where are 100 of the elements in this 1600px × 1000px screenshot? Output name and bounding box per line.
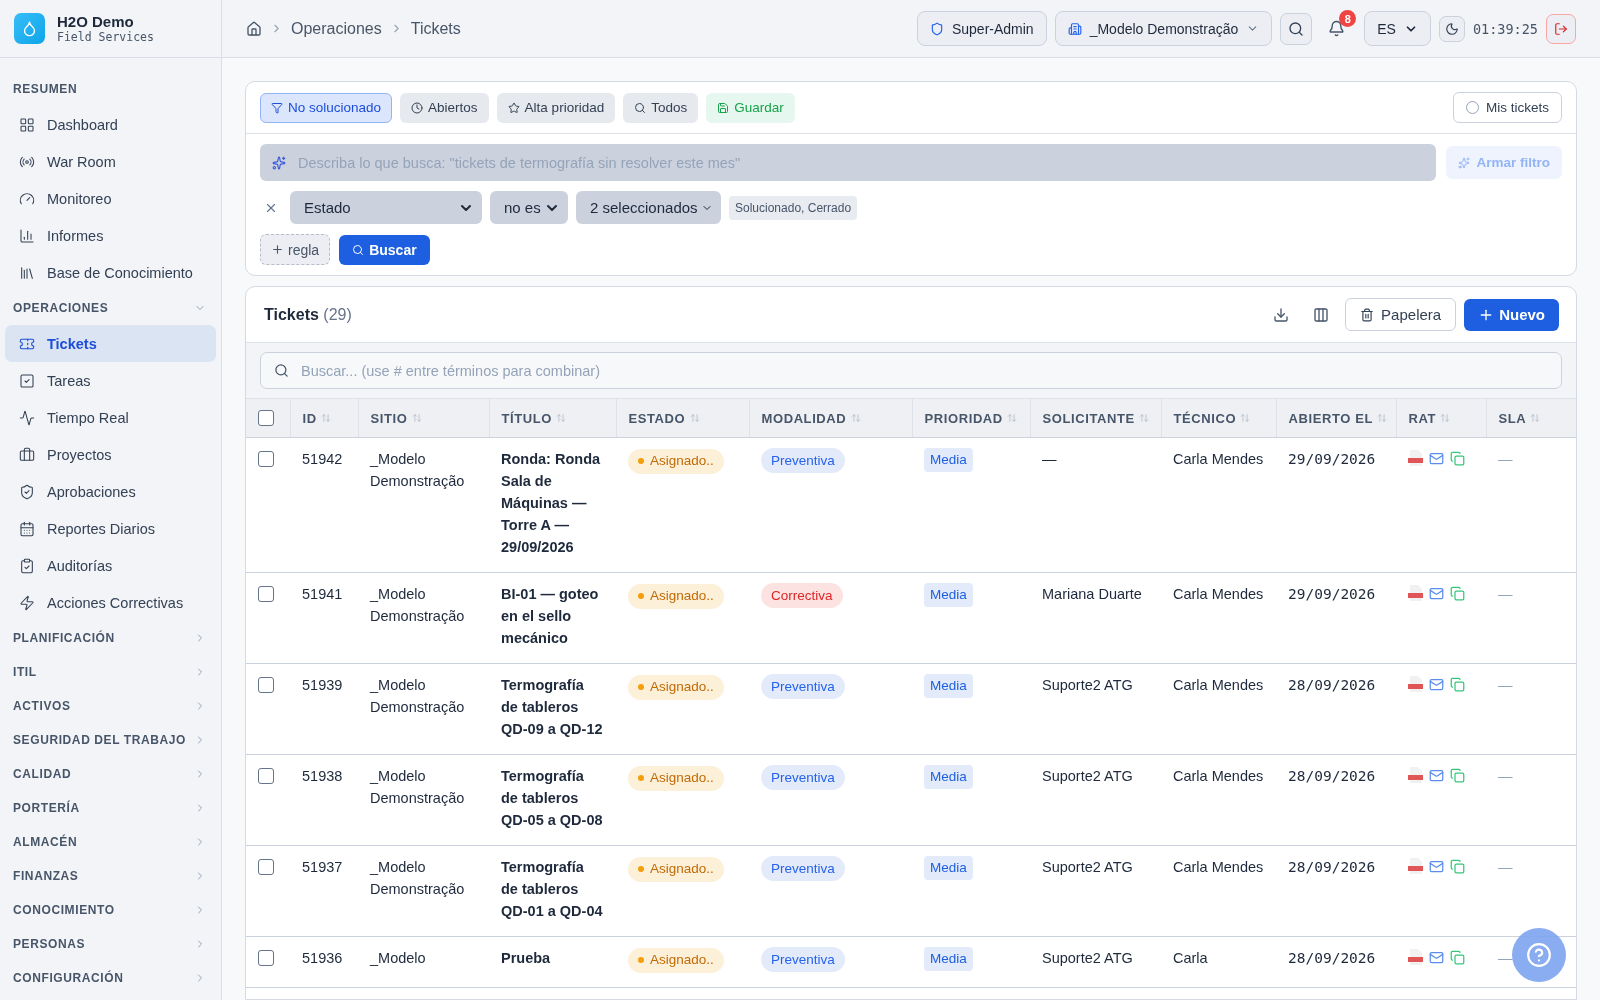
copy-icon[interactable] [1450, 858, 1465, 874]
nav-item[interactable]: Base de Conocimiento [5, 254, 216, 291]
row-checkbox[interactable] [258, 586, 274, 602]
nav-item[interactable]: Acciones Correctivas [5, 584, 216, 621]
pdf-file-icon[interactable] [1408, 858, 1423, 874]
sort-icon[interactable] [556, 412, 567, 423]
row-checkbox[interactable] [258, 768, 274, 784]
copy-icon[interactable] [1450, 949, 1465, 965]
column-header[interactable]: RAT [1408, 410, 1437, 426]
mail-icon[interactable] [1429, 676, 1444, 692]
nav-section-title[interactable]: PLANIFICACIÓN [13, 631, 115, 645]
sort-icon[interactable] [411, 412, 422, 423]
nav-item[interactable]: Aprobaciones [5, 473, 216, 510]
select-all-checkbox[interactable] [258, 410, 274, 426]
sort-icon[interactable] [1530, 412, 1541, 423]
modality-pill: Preventiva [761, 856, 845, 881]
nav-item[interactable]: Reportes Diarios [5, 510, 216, 547]
row-checkbox[interactable] [258, 451, 274, 467]
copy-icon[interactable] [1450, 676, 1465, 692]
modality-pill: Correctiva [761, 583, 843, 608]
dark-mode-button[interactable] [1438, 15, 1465, 42]
nav-section-title[interactable]: CALIDAD [13, 767, 72, 781]
nav-item[interactable]: Monitoreo [5, 180, 216, 217]
sort-icon[interactable] [1007, 412, 1018, 423]
values-select[interactable]: 2 seleccionados [576, 191, 721, 224]
nav-section-title[interactable]: SEGURIDAD DEL TRABAJO [13, 733, 187, 747]
language-select[interactable]: ES [1364, 11, 1431, 46]
table-cell: 51938 [302, 768, 343, 784]
nav-section-title[interactable]: PERSONAS [13, 937, 86, 951]
field-select[interactable]: Estado [290, 191, 482, 224]
role-button[interactable]: Super-Admin [916, 11, 1047, 46]
grid-icon [19, 116, 35, 133]
column-header[interactable]: SITIO [370, 410, 408, 426]
search-button[interactable]: Buscar [339, 234, 430, 265]
column-header[interactable]: TÍTULO [501, 410, 553, 426]
filter-preset[interactable]: Alta prioridad [496, 92, 616, 123]
sort-icon[interactable] [850, 412, 861, 423]
row-checkbox[interactable] [258, 677, 274, 693]
breadcrumb-link[interactable]: Tickets [410, 19, 461, 38]
mail-icon[interactable] [1429, 585, 1444, 601]
sort-icon[interactable] [320, 412, 331, 423]
ticket-title: Termografía de tableros QD-09 a QD-12 [501, 677, 603, 737]
operator-select[interactable]: no es [490, 191, 568, 224]
pdf-file-icon[interactable] [1408, 676, 1423, 692]
nav-item[interactable]: War Room [5, 143, 216, 180]
nav-item[interactable]: Tareas [5, 362, 216, 399]
nav-section-title[interactable]: ALMACÉN [13, 835, 78, 849]
mail-icon[interactable] [1429, 767, 1444, 783]
logout-button[interactable] [1546, 13, 1576, 44]
pdf-file-icon[interactable] [1408, 767, 1423, 783]
pdf-file-icon[interactable] [1408, 450, 1423, 466]
mail-icon[interactable] [1429, 858, 1444, 874]
sort-icon[interactable] [1139, 412, 1150, 423]
nav-item[interactable]: Auditorías [5, 547, 216, 584]
copy-icon[interactable] [1450, 767, 1465, 783]
filter-preset[interactable]: Todos [623, 92, 699, 123]
filter-preset[interactable]: No solucionado [260, 92, 393, 123]
nav-section-title[interactable]: ACTIVOS [13, 699, 71, 713]
clock-icon [411, 101, 424, 114]
nav-section-title[interactable]: PORTERÍA [13, 801, 80, 815]
nav-section-title[interactable]: CONFIGURACIÓN [13, 971, 124, 985]
trash-button[interactable]: Papelera [1345, 298, 1457, 331]
pdf-file-icon[interactable] [1408, 949, 1423, 965]
nav-section-title[interactable]: CONOCIMIENTO [13, 903, 115, 917]
column-header[interactable]: SLA [1498, 410, 1526, 426]
row-checkbox[interactable] [258, 950, 274, 966]
search-button[interactable] [1280, 12, 1313, 45]
table-cell: — [1498, 451, 1513, 467]
add-rule-button[interactable]: regla [260, 234, 331, 265]
new-button[interactable]: Nuevo [1464, 298, 1559, 331]
sort-icon[interactable] [1377, 412, 1387, 423]
sort-icon[interactable] [689, 412, 700, 423]
mail-icon[interactable] [1429, 450, 1444, 466]
copy-icon[interactable] [1450, 450, 1465, 466]
table-cell: — [1498, 677, 1513, 693]
my-tickets-toggle[interactable]: Mis tickets [1453, 92, 1562, 123]
nav-item[interactable]: Informes [5, 217, 216, 254]
sort-icon[interactable] [1240, 412, 1251, 423]
table-cell: Carla Mendes [1173, 768, 1264, 784]
nav-section-title[interactable]: OPERACIONES [13, 301, 109, 315]
copy-icon[interactable] [1450, 585, 1465, 601]
pdf-file-icon[interactable] [1408, 585, 1423, 601]
nav-section-title[interactable]: ITIL [13, 665, 37, 679]
nav-item[interactable]: Dashboard [5, 106, 216, 143]
nav-item[interactable]: Tickets [5, 325, 216, 362]
nav-item-label: Dashboard [47, 116, 118, 133]
filter-preset[interactable]: Abiertos [400, 92, 489, 123]
mail-icon[interactable] [1429, 949, 1444, 965]
home-icon[interactable] [246, 20, 262, 37]
table-search-field[interactable]: Buscar... (use # entre términos para combinar) [260, 352, 1562, 389]
site-selector[interactable]: _Modelo Demonstração [1054, 11, 1273, 46]
row-checkbox[interactable] [258, 859, 274, 875]
notifications-bell-icon[interactable] [1328, 20, 1346, 37]
nav-section-title[interactable]: FINANZAS [13, 869, 79, 883]
sort-icon[interactable] [1440, 412, 1451, 423]
nav-item[interactable]: Proyectos [5, 436, 216, 473]
breadcrumb-link[interactable]: Operaciones [291, 19, 382, 38]
column-header[interactable]: ESTADO [628, 410, 686, 426]
column-header[interactable]: ID [302, 410, 317, 426]
nav-item[interactable]: Tiempo Real [5, 399, 216, 436]
